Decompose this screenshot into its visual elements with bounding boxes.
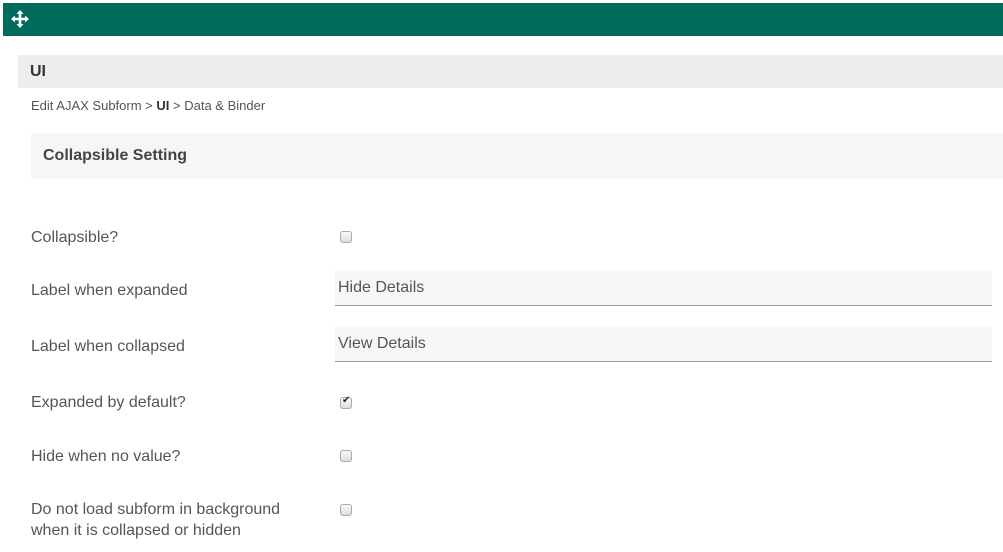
label-expanded-input[interactable] [335,270,992,306]
subsection-title: Collapsible Setting [43,147,188,164]
section-header: UI [18,55,1003,88]
breadcrumb-data-binder[interactable]: Data & Binder [184,98,265,113]
label-line: when it is collapsed or hidden [31,522,241,539]
breadcrumb-separator: > [141,98,157,113]
collapsible-checkbox[interactable] [340,231,352,243]
hide-no-value-checkbox[interactable] [340,450,352,462]
breadcrumb-separator: > [169,98,185,113]
top-toolbar [3,3,1003,36]
label-collapsed-label: Label when collapsed [31,338,185,355]
expanded-default-checkbox[interactable] [340,395,352,409]
label-expanded-label: Label when expanded [31,282,188,299]
section-title: UI [30,63,46,80]
breadcrumb-current: UI [156,98,170,113]
label-line: Do not load subform in background [31,501,281,518]
move-icon[interactable] [11,10,29,28]
breadcrumb-edit-subform[interactable]: Edit AJAX Subform [31,98,142,113]
label-collapsed-input[interactable] [335,326,992,362]
hide-no-value-label: Hide when no value? [31,448,181,465]
expanded-default-label: Expanded by default? [31,394,186,411]
breadcrumb: Edit AJAX Subform > UI > Data & Binder [31,98,265,113]
subsection-header: Collapsible Setting [31,133,1003,179]
no-load-background-checkbox[interactable] [340,504,352,516]
collapsible-label: Collapsible? [31,229,119,246]
no-load-background-label: Do not load subform in background when i… [31,499,280,541]
